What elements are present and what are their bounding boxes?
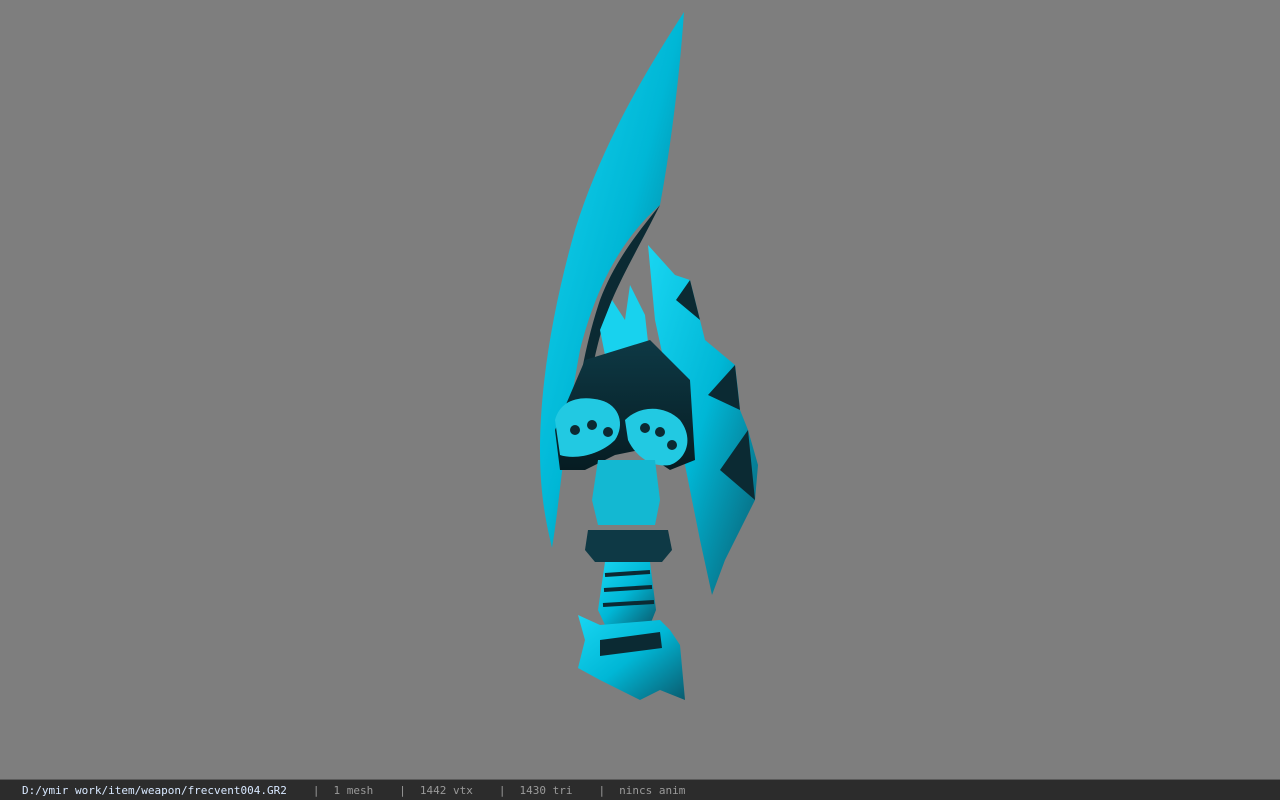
status-bar: D:/ymir work/item/weapon/frecvent004.GR2… bbox=[0, 779, 1280, 800]
animation-status: nincs anim bbox=[619, 783, 686, 797]
ornament-bead bbox=[640, 423, 650, 433]
pommel bbox=[578, 615, 685, 700]
separator: | bbox=[399, 783, 406, 797]
ornament-bead bbox=[667, 440, 677, 450]
separator: | bbox=[312, 783, 320, 797]
separator: | bbox=[598, 783, 606, 797]
handle-collar bbox=[585, 530, 672, 562]
ornament-bead bbox=[603, 427, 613, 437]
file-path: D:/ymir work/item/weapon/frecvent004.GR2 bbox=[22, 783, 287, 797]
mesh-count: 1 mesh bbox=[333, 783, 374, 797]
3d-viewport[interactable] bbox=[0, 0, 1280, 779]
ornament-bead bbox=[587, 420, 597, 430]
weapon-model-render[interactable] bbox=[0, 0, 1280, 779]
ornament-bead bbox=[655, 427, 665, 437]
ornament-bead bbox=[570, 425, 580, 435]
separator: | bbox=[498, 783, 506, 797]
vertex-count: 1442 vtx bbox=[419, 783, 473, 797]
triangle-count: 1430 tri bbox=[519, 783, 573, 797]
handle-upper bbox=[592, 460, 660, 525]
